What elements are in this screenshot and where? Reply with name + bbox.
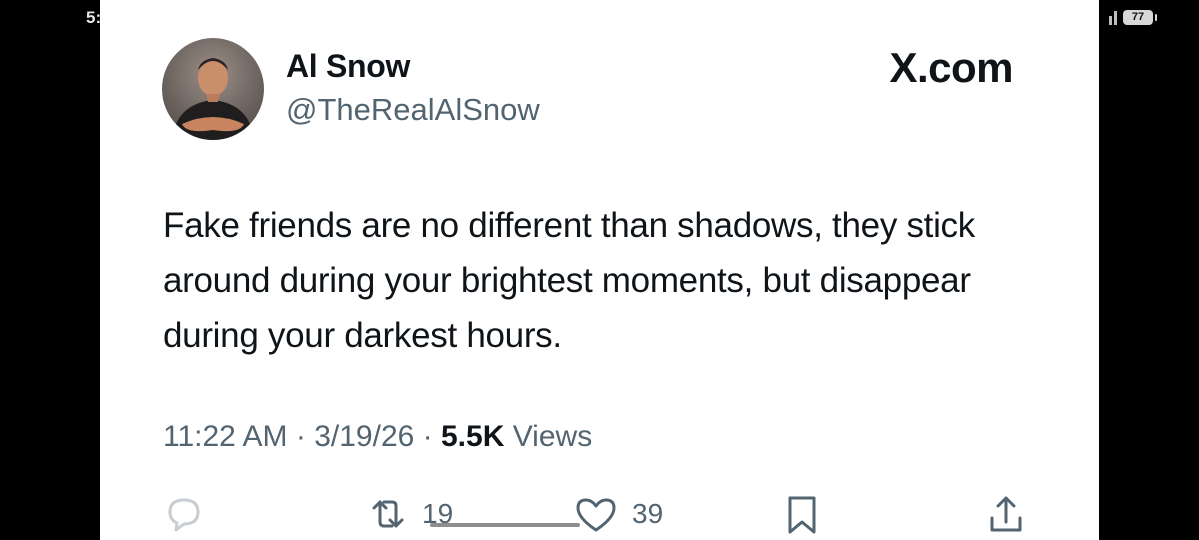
phone-screen: 5: 77 Al Snow @TheRealAlSnow X.com Fake …	[0, 0, 1199, 540]
display-name[interactable]: Al Snow	[286, 48, 410, 85]
speech-bubble-icon	[168, 498, 200, 532]
status-indicators: 77	[1109, 10, 1157, 25]
meta-separator: ·	[422, 420, 433, 453]
status-time: 5:	[86, 8, 102, 27]
views-count: 5.5K	[441, 420, 505, 453]
bookmark-button[interactable]	[780, 492, 824, 536]
like-count: 39	[632, 498, 664, 529]
repost-button[interactable]: 19	[366, 492, 453, 536]
avatar[interactable]	[162, 38, 264, 140]
repost-arrows-icon	[372, 500, 404, 528]
views-label: Views	[512, 420, 593, 453]
tweet-card[interactable]: Al Snow @TheRealAlSnow X.com Fake friend…	[100, 0, 1099, 540]
tweet-text: Fake friends are no different than shado…	[163, 206, 975, 355]
share-upload-icon	[990, 496, 1022, 532]
signal-strength-icon	[1109, 10, 1117, 25]
brand-logo: X.com	[889, 44, 1013, 91]
bookmark-icon	[788, 496, 816, 534]
avatar-portrait	[172, 58, 254, 140]
like-button[interactable]: 39	[572, 492, 663, 536]
heart-outline-icon	[576, 498, 616, 532]
video-scrub-line[interactable]	[430, 523, 580, 527]
share-button[interactable]	[984, 492, 1028, 536]
tweet-date[interactable]: 3/19/26	[314, 420, 414, 453]
tweet-time[interactable]: 11:22 AM	[163, 420, 288, 453]
battery-icon: 77	[1123, 10, 1157, 25]
meta-separator: ·	[295, 420, 306, 453]
reply-button[interactable]	[162, 492, 206, 536]
tweet-meta: 11:22 AM · 3/19/26 · 5.5K Views	[163, 420, 592, 454]
tweet-actions: 19 39	[100, 492, 1099, 540]
user-handle[interactable]: @TheRealAlSnow	[286, 92, 540, 128]
